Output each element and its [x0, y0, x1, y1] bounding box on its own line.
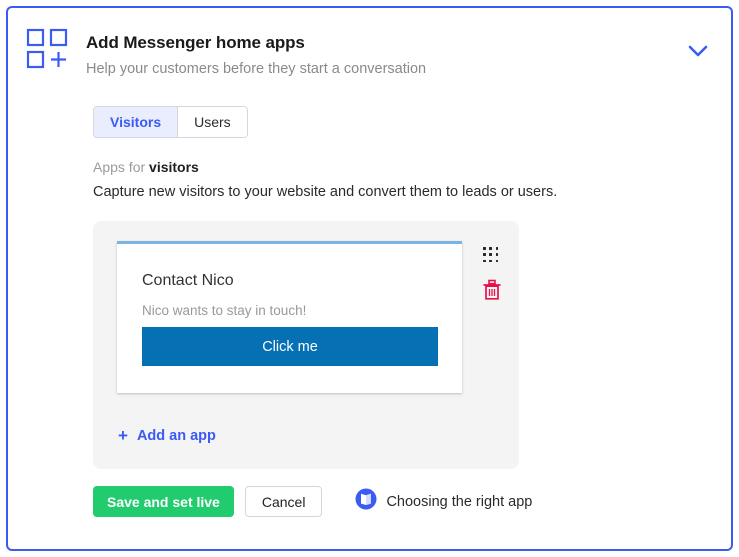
drag-dot — [489, 247, 492, 250]
app-card-contact-nico[interactable]: Contact Nico Nico wants to stay in touch… — [117, 241, 462, 393]
click-me-button[interactable]: Click me — [142, 327, 438, 366]
drag-handle-dots-icon[interactable] — [483, 247, 499, 263]
page-title: Add Messenger home apps — [86, 33, 305, 52]
drag-dot — [489, 253, 492, 256]
section-label: Apps for visitors — [93, 158, 199, 176]
app-card-subtitle: Nico wants to stay in touch! — [142, 303, 307, 318]
plus-icon: + — [118, 426, 128, 445]
drag-dot — [483, 253, 486, 256]
tab-users[interactable]: Users — [178, 107, 247, 137]
drag-dot — [495, 259, 499, 263]
add-an-app-button[interactable]: + Add an app — [118, 427, 216, 444]
drag-dot — [483, 247, 486, 250]
panel-footer: Save and set live Cancel Choosing the ri… — [93, 486, 532, 517]
app-card-title: Contact Nico — [142, 272, 234, 289]
section-label-prefix: Apps for — [93, 159, 150, 175]
header-text-block: Add Messenger home apps Help your custom… — [86, 32, 426, 79]
drag-dot — [483, 259, 486, 263]
drag-dot — [489, 259, 492, 263]
choosing-the-right-app-label: Choosing the right app — [386, 493, 533, 510]
tab-visitors[interactable]: Visitors — [94, 107, 179, 137]
section-description: Capture new visitors to your website and… — [93, 184, 558, 200]
panel-header: Add Messenger home apps Help your custom… — [8, 8, 731, 86]
add-an-app-label: Add an app — [136, 427, 216, 444]
apps-container: Contact Nico Nico wants to stay in touch… — [93, 221, 519, 469]
audience-tabs: Visitors Users — [93, 106, 248, 138]
trash-icon[interactable] — [482, 279, 502, 301]
drag-dot — [495, 247, 499, 250]
choosing-the-right-app-link[interactable]: Choosing the right app — [355, 488, 532, 515]
section-label-audience: visitors — [149, 159, 199, 175]
book-icon — [355, 488, 377, 515]
save-and-set-live-button[interactable]: Save and set live — [93, 486, 234, 517]
apps-grid-add-icon — [26, 28, 70, 70]
cancel-button[interactable]: Cancel — [244, 486, 323, 517]
drag-dot — [495, 253, 499, 256]
add-messenger-home-apps-panel: Add Messenger home apps Help your custom… — [6, 6, 733, 551]
page-subtitle: Help your customers before they start a … — [86, 61, 427, 77]
chevron-down-icon[interactable] — [687, 44, 709, 58]
